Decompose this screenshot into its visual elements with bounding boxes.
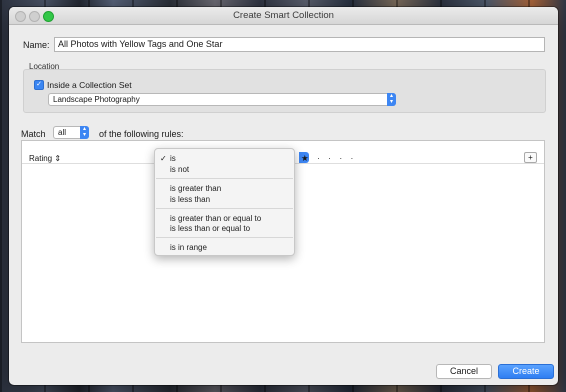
smart-collection-dialog: Create Smart Collection Name: All Photos… — [9, 7, 558, 385]
menu-item-greater[interactable]: is greater than — [170, 184, 221, 193]
menu-separator — [156, 208, 293, 209]
menu-item-greater-equal[interactable]: is greater than or equal to — [170, 214, 261, 223]
name-input[interactable]: All Photos with Yellow Tags and One Star — [54, 37, 545, 52]
match-updown-arrows-icon[interactable]: ▴ ▾ — [80, 126, 89, 139]
inside-set-label: Inside a Collection Set — [47, 80, 132, 90]
menu-item-less[interactable]: is less than — [170, 195, 210, 204]
add-rule-button[interactable]: + — [524, 152, 537, 163]
match-value: all — [58, 128, 67, 137]
collection-set-value: Landscape Photography — [53, 95, 140, 104]
rule-field-value: Rating — [29, 154, 53, 163]
create-button[interactable]: Create — [498, 364, 554, 379]
rule-field-select[interactable]: Rating ⇕ — [29, 154, 61, 163]
window-title: Create Smart Collection — [233, 10, 334, 21]
inside-set-checkbox[interactable]: ✓ — [34, 80, 44, 90]
match-select[interactable]: all ▴ ▾ — [53, 126, 89, 139]
updown-small-icon: ⇕ — [54, 154, 62, 163]
updown-arrows-icon[interactable]: ▴ ▾ — [387, 93, 396, 106]
collection-set-select[interactable]: Landscape Photography ▴ ▾ — [48, 93, 396, 106]
menu-item-is[interactable]: is — [170, 154, 176, 163]
location-group — [23, 69, 546, 113]
menu-item-in-range[interactable]: is in range — [170, 243, 207, 252]
operator-dropdown-menu: ✓ is is not is greater than is less than… — [154, 148, 295, 256]
match-label: Match — [21, 129, 46, 139]
rating-stars[interactable]: ★ · · · · — [301, 153, 356, 164]
menu-item-less-equal[interactable]: is less than or equal to — [170, 224, 250, 233]
match-suffix-label: of the following rules: — [99, 129, 184, 139]
checkmark-icon: ✓ — [160, 154, 167, 163]
menu-separator — [156, 237, 293, 238]
cancel-button[interactable]: Cancel — [436, 364, 492, 379]
menu-item-is-not[interactable]: is not — [170, 165, 189, 174]
menu-separator — [156, 178, 293, 179]
title-bar: Create Smart Collection — [9, 7, 558, 25]
name-label: Name: — [23, 40, 50, 50]
